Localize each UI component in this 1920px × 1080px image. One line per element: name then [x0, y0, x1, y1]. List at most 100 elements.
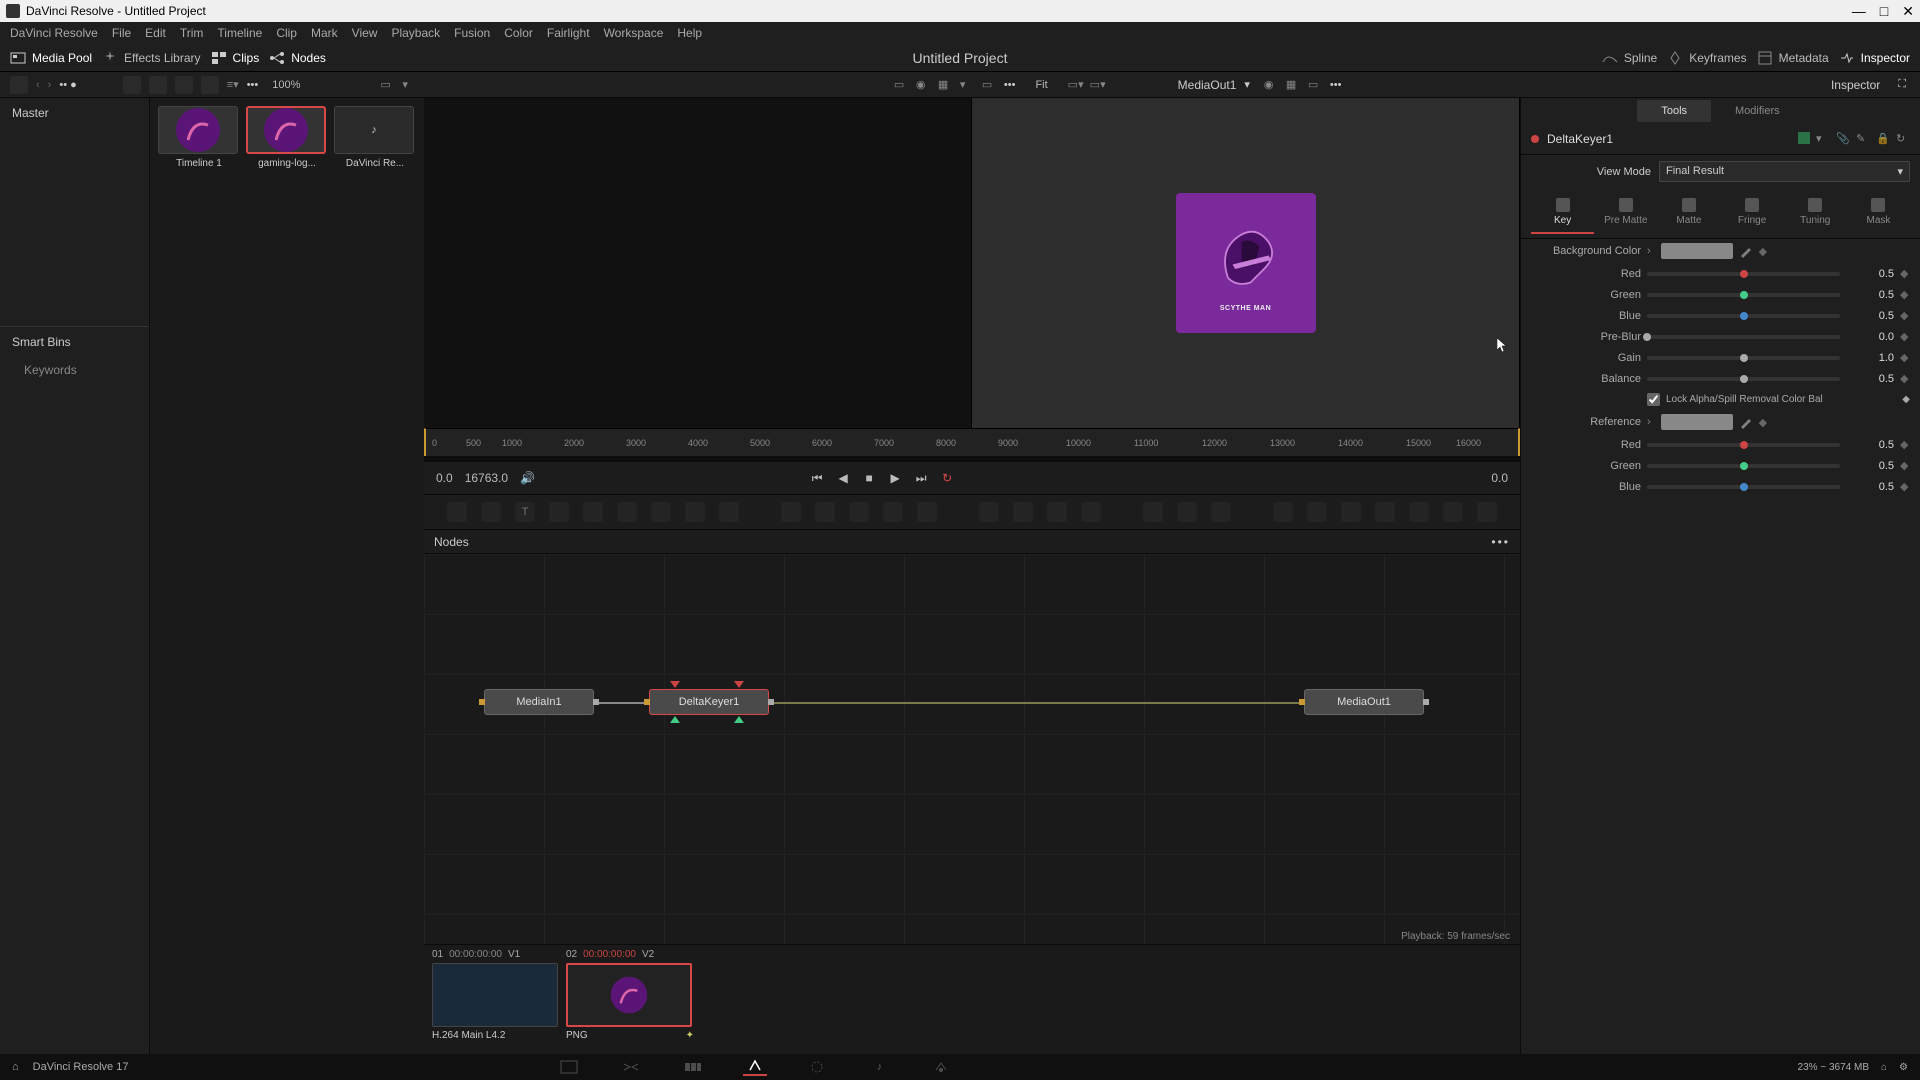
reference-keyframe[interactable]: ◆	[1759, 416, 1769, 429]
tool-ellipse[interactable]	[1013, 502, 1033, 522]
tool-transform[interactable]	[815, 502, 835, 522]
subtab-tuning[interactable]: Tuning	[1784, 192, 1847, 234]
ref-green-keyframe[interactable]: ◆	[1900, 459, 1910, 472]
menu-fusion[interactable]: Fusion	[454, 26, 490, 40]
search-button[interactable]	[201, 76, 219, 94]
subtab-key[interactable]: Key	[1531, 192, 1594, 234]
media-pool-toggle[interactable]: Media Pool	[10, 50, 92, 66]
ref-red-keyframe[interactable]: ◆	[1900, 438, 1910, 451]
bg-red-keyframe[interactable]: ◆	[1900, 267, 1910, 280]
menu-playback[interactable]: Playback	[391, 26, 440, 40]
tool-3d-text[interactable]	[1341, 502, 1361, 522]
reference-picker-icon[interactable]	[1739, 415, 1753, 429]
tool-resize[interactable]	[883, 502, 903, 522]
node-deltakeyer1[interactable]: DeltaKeyer1	[649, 689, 769, 715]
pin-icon[interactable]: 📎	[1836, 132, 1850, 146]
tool-mattecontrol[interactable]	[849, 502, 869, 522]
page-edit[interactable]	[681, 1058, 705, 1076]
sort-button[interactable]: ≡▾	[227, 78, 239, 91]
page-cut[interactable]	[619, 1058, 643, 1076]
gain-slider[interactable]	[1647, 356, 1840, 360]
ref-red-slider[interactable]	[1647, 443, 1840, 447]
preblur-keyframe[interactable]: ◆	[1900, 330, 1910, 343]
bg-color-keyframe[interactable]: ◆	[1759, 245, 1769, 258]
tool-mask[interactable]	[651, 502, 671, 522]
bg-blue-keyframe[interactable]: ◆	[1900, 309, 1910, 322]
smart-bins-header[interactable]: Smart Bins	[0, 326, 149, 357]
page-fairlight[interactable]: ♪	[867, 1058, 891, 1076]
project-settings-icon[interactable]: ⚙	[1899, 1062, 1908, 1073]
viewer-right[interactable]: SCYTHE MAN	[972, 98, 1520, 428]
ref-blue-slider[interactable]	[1647, 485, 1840, 489]
bin-item-audio[interactable]: ♪ DaVinci Re...	[334, 106, 416, 169]
viewer-c-more[interactable]: •••	[1330, 79, 1342, 91]
wire-2[interactable]	[769, 702, 1304, 704]
viewer-a-opt5[interactable]: ▭	[982, 78, 996, 92]
play-button[interactable]: ▶	[887, 470, 903, 486]
loop-button[interactable]: ↻	[939, 470, 955, 486]
first-frame-button[interactable]: ⏮	[809, 470, 825, 486]
viewer-a-opt2[interactable]: ◉	[916, 78, 930, 92]
view-mode-dropdown[interactable]: Final Result ▾	[1659, 161, 1910, 182]
preblur-value[interactable]: 0.0	[1846, 331, 1894, 343]
gain-value[interactable]: 1.0	[1846, 352, 1894, 364]
menu-timeline[interactable]: Timeline	[217, 26, 262, 40]
bg-red-slider[interactable]	[1647, 272, 1840, 276]
inspector-toggle[interactable]: Inspector	[1839, 50, 1910, 66]
versions-button[interactable]	[1798, 132, 1810, 144]
page-deliver[interactable]	[929, 1058, 953, 1076]
menu-color[interactable]: Color	[504, 26, 533, 40]
lock-alpha-checkbox[interactable]	[1647, 393, 1660, 406]
bin-item-logo[interactable]: gaming-log...	[246, 106, 328, 169]
viewer-name-dd[interactable]: ▾	[1244, 78, 1250, 91]
last-frame-button[interactable]: ⏭	[913, 470, 929, 486]
nodes-canvas[interactable]: MediaIn1 DeltaKeyer1 MediaOut1	[424, 554, 1520, 944]
maximize-button[interactable]: □	[1880, 3, 1888, 20]
viewer-a-more[interactable]: •••	[1004, 79, 1016, 91]
more-button[interactable]: •••	[247, 79, 259, 91]
tool-brightness[interactable]	[685, 502, 705, 522]
fit-level[interactable]: Fit	[1035, 79, 1047, 91]
menu-davinci[interactable]: DaVinci Resolve	[10, 26, 98, 40]
bg-color-swatch[interactable]	[1661, 243, 1733, 259]
viewer-a-opt4[interactable]: ▾	[960, 78, 974, 92]
bg-red-value[interactable]: 0.5	[1846, 268, 1894, 280]
gain-keyframe[interactable]: ◆	[1900, 351, 1910, 364]
tool-fastnoise[interactable]	[481, 502, 501, 522]
page-color[interactable]	[805, 1058, 829, 1076]
inspector-expand[interactable]: ⛶	[1898, 78, 1906, 91]
menu-file[interactable]: File	[112, 26, 131, 40]
nodes-options[interactable]: •••	[1491, 535, 1510, 549]
metadata-toggle[interactable]: Metadata	[1757, 50, 1829, 66]
bg-green-keyframe[interactable]: ◆	[1900, 288, 1910, 301]
tool-paint[interactable]	[549, 502, 569, 522]
lock-alpha-keyframe[interactable]: ◆	[1902, 394, 1910, 405]
balance-keyframe[interactable]: ◆	[1900, 372, 1910, 385]
ref-green-value[interactable]: 0.5	[1846, 460, 1894, 472]
node-marker-fx2[interactable]	[734, 716, 744, 723]
time-ruler[interactable]: 0 500 1000 2000 3000 4000 5000 6000 7000…	[424, 428, 1520, 456]
menu-mark[interactable]: Mark	[311, 26, 338, 40]
audio-icon[interactable]: 🔊	[520, 471, 535, 485]
subtab-prematte[interactable]: Pre Matte	[1594, 192, 1657, 234]
menu-trim[interactable]: Trim	[180, 26, 204, 40]
node-marker-fx1[interactable]	[670, 716, 680, 723]
reference-expand[interactable]: ›	[1647, 416, 1651, 428]
tool-3d-merge[interactable]	[1443, 502, 1463, 522]
preblur-slider[interactable]	[1647, 335, 1840, 339]
clip-1[interactable]: 0100:00:00:00V1 H.264 Main L4.2	[432, 949, 560, 1041]
menu-clip[interactable]: Clip	[276, 26, 297, 40]
viewer-b-opt2[interactable]: ▭▾	[1090, 78, 1104, 92]
ref-red-value[interactable]: 0.5	[1846, 439, 1894, 451]
tool-3d-shape[interactable]	[1307, 502, 1327, 522]
effects-library-toggle[interactable]: Effects Library	[102, 50, 200, 66]
menu-edit[interactable]: Edit	[145, 26, 166, 40]
viewer-c-opt1[interactable]: ◉	[1264, 78, 1278, 92]
subtab-fringe[interactable]: Fringe	[1721, 192, 1784, 234]
ref-blue-value[interactable]: 0.5	[1846, 481, 1894, 493]
tool-bspline2[interactable]	[1081, 502, 1101, 522]
bg-blue-slider[interactable]	[1647, 314, 1840, 318]
viewer-left[interactable]	[424, 98, 972, 428]
ref-blue-keyframe[interactable]: ◆	[1900, 480, 1910, 493]
balance-slider[interactable]	[1647, 377, 1840, 381]
